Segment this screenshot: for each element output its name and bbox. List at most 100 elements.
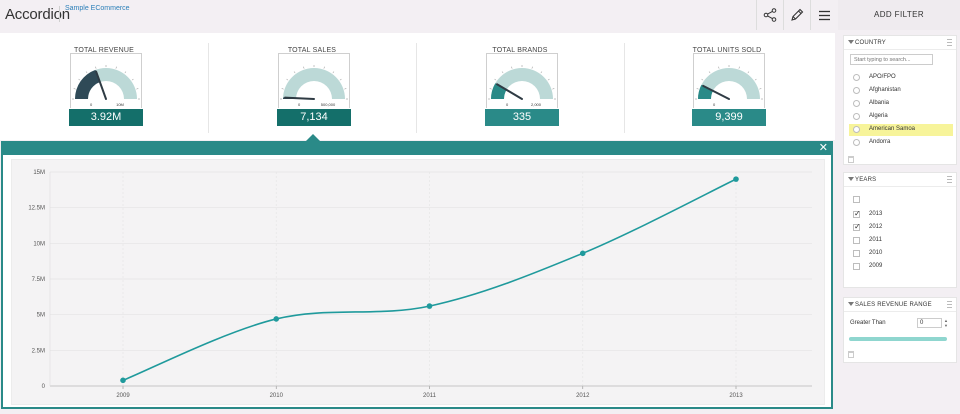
- gauge-tick: [701, 78, 704, 81]
- kpi-total-sales[interactable]: TOTAL SALES 0 500,000 7,134: [208, 33, 416, 140]
- gauge-tick: [511, 66, 513, 69]
- radio-button[interactable]: [853, 139, 860, 146]
- years-filter: YEARS 2013 2012 2011 2010 2009: [843, 172, 957, 288]
- gauge-tick: [747, 71, 750, 74]
- close-icon[interactable]: ✕: [819, 141, 828, 154]
- kpi-total-brands[interactable]: TOTAL BRANDS 0 2,000 335: [416, 33, 624, 140]
- gauge-max-label: 500,000: [321, 102, 336, 107]
- option-label: Algeria: [869, 113, 888, 119]
- gauge-tick: [754, 78, 757, 81]
- trash-icon[interactable]: [848, 351, 854, 358]
- kpi-value: 3.92M: [69, 109, 143, 126]
- gauge-tick: [708, 71, 711, 74]
- list-item[interactable]: 2012: [849, 222, 953, 234]
- data-point: [273, 316, 280, 322]
- filter-title: YEARS: [855, 177, 877, 183]
- gauge-tick: [494, 78, 497, 81]
- gauge-tick: [531, 66, 533, 69]
- option-label: 2011: [869, 237, 882, 243]
- drag-handle-icon[interactable]: [947, 176, 952, 183]
- gauge-min-label: 0: [506, 102, 509, 107]
- gauge-tick: [718, 66, 720, 69]
- kpi-value: 7,134: [277, 109, 351, 126]
- accordion-caret: [306, 134, 320, 141]
- select-all-checkbox[interactable]: [853, 196, 860, 203]
- checkbox[interactable]: [853, 237, 860, 244]
- list-item[interactable]: Algeria: [849, 111, 953, 123]
- pencil-icon: [791, 8, 804, 21]
- radio-button[interactable]: [853, 87, 860, 94]
- drag-handle-icon[interactable]: [947, 301, 952, 308]
- range-slider[interactable]: [849, 337, 947, 341]
- accordion-header: ✕: [3, 141, 831, 155]
- list-item[interactable]: 2011: [849, 235, 953, 247]
- greater-than-input[interactable]: 0: [917, 318, 942, 328]
- edit-button[interactable]: [783, 0, 810, 30]
- radio-button[interactable]: [853, 126, 860, 133]
- list-item[interactable]: 2010: [849, 248, 953, 260]
- kpi-total-units-sold[interactable]: TOTAL UNITS SOLD 0 9,399: [623, 33, 831, 140]
- country-filter-header[interactable]: COUNTRY: [844, 36, 956, 50]
- gauge-icon: 0 10M: [72, 65, 140, 107]
- gauge-tick: [303, 66, 305, 69]
- app-header: Accordion Sample ECommerce: [0, 0, 838, 30]
- years-filter-header[interactable]: YEARS: [844, 173, 956, 187]
- data-point: [579, 250, 586, 257]
- chevron-down-icon[interactable]: [848, 40, 854, 44]
- data-point: [426, 303, 433, 309]
- gauge-tick: [124, 71, 127, 74]
- gauge-tick: [286, 78, 289, 81]
- gauge-arc: [283, 68, 345, 99]
- gauge-tick: [344, 88, 347, 90]
- sales-revenue-range-filter: SALES REVENUE RANGE Greater Than 0 ▲ ▼: [843, 297, 957, 363]
- kpi-strip: TOTAL REVENUE 0 10M 3.92M TOTAL SALES 0 50…: [0, 33, 835, 140]
- gauge-icon: 0 2,000: [488, 65, 556, 107]
- drag-handle-icon[interactable]: [947, 39, 952, 46]
- list-item[interactable]: APO/FPO: [849, 72, 953, 84]
- number-spinner-icon[interactable]: ▲ ▼: [943, 318, 949, 328]
- filter-title: COUNTRY: [855, 40, 886, 46]
- radio-button[interactable]: [853, 113, 860, 120]
- share-button[interactable]: [756, 0, 783, 30]
- x-tick-label: 2012: [576, 393, 590, 399]
- chevron-down-icon[interactable]: [848, 177, 854, 181]
- list-item[interactable]: Afghanistan: [849, 85, 953, 97]
- x-tick-label: 2009: [116, 393, 130, 399]
- y-tick-label: 15M: [33, 170, 45, 176]
- list-item[interactable]: 2009: [849, 261, 953, 273]
- list-item[interactable]: 2013: [849, 209, 953, 221]
- select-all-row[interactable]: [849, 194, 953, 206]
- radio-button[interactable]: [853, 74, 860, 81]
- country-search-input[interactable]: [850, 54, 933, 65]
- gauge-tick: [115, 66, 117, 69]
- checkbox[interactable]: [853, 263, 860, 270]
- gauge-tick: [696, 88, 699, 90]
- kpi-total-revenue[interactable]: TOTAL REVENUE 0 10M 3.92M: [0, 33, 208, 140]
- list-item[interactable]: Andorra: [849, 137, 953, 149]
- list-item[interactable]: Albania: [849, 98, 953, 110]
- option-label: APO/FPO: [869, 74, 896, 80]
- list-item[interactable]: American Samoa: [849, 124, 953, 136]
- range-filter-header[interactable]: SALES REVENUE RANGE: [844, 298, 956, 312]
- gauge-needle: [284, 96, 315, 100]
- trash-icon[interactable]: [848, 156, 854, 163]
- chart-svg: 0 2.5M 5M 7.5M 10M 12.5M 15M 2009 2010 2011 2012 20…: [28, 170, 812, 399]
- gauge-min-label: 0: [713, 102, 716, 107]
- menu-button[interactable]: [810, 0, 837, 30]
- option-label: 2010: [869, 250, 883, 256]
- chevron-down-icon[interactable]: [848, 302, 854, 306]
- x-tick-label: 2011: [423, 393, 437, 399]
- gauge-max-label: 2,000: [531, 102, 542, 107]
- radio-button[interactable]: [853, 100, 860, 107]
- checkbox[interactable]: [853, 222, 861, 231]
- y-tick-label: 10M: [33, 241, 45, 247]
- y-tick-label: 7.5M: [32, 277, 45, 283]
- gauge-tick: [547, 78, 550, 81]
- dashboard-link[interactable]: Sample ECommerce: [65, 5, 130, 12]
- checkbox[interactable]: [853, 250, 860, 257]
- checkbox[interactable]: [853, 209, 861, 218]
- y-tick-label: 5M: [37, 313, 45, 319]
- add-filter-button[interactable]: ADD FILTER: [838, 10, 960, 19]
- share-icon: [763, 8, 777, 22]
- option-label: American Samoa: [869, 126, 916, 132]
